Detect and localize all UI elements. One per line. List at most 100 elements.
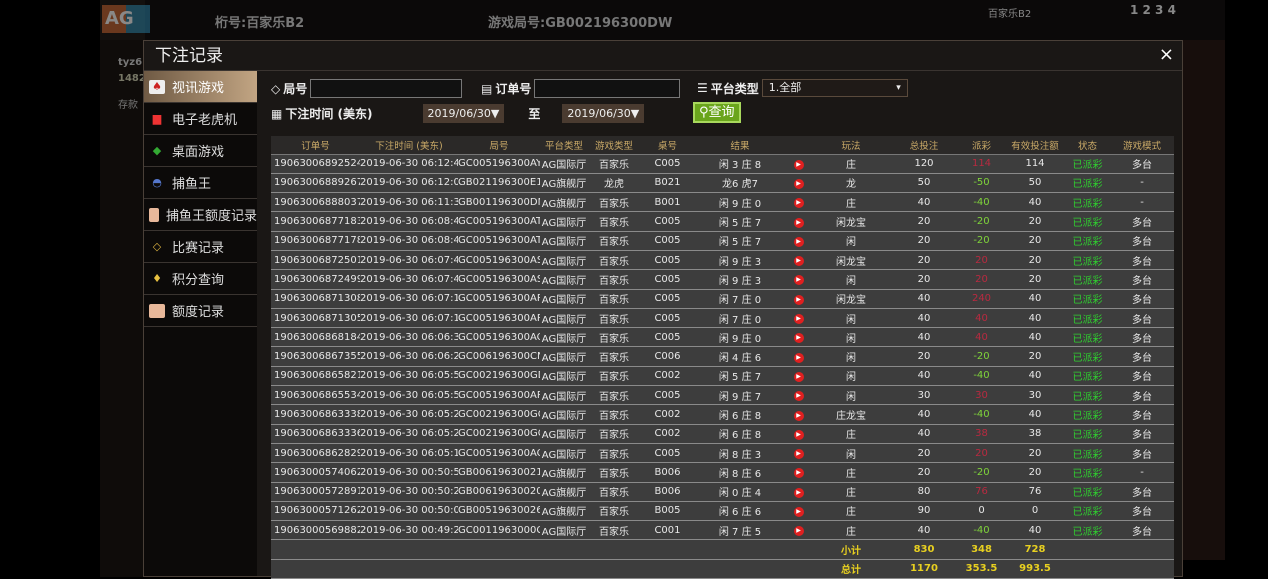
video-replay-button[interactable]: ▶ [785, 482, 812, 502]
table-no: C005 [640, 443, 695, 464]
platform: AG国际厅 [540, 404, 588, 425]
status: 已派彩 [1065, 173, 1110, 194]
video-replay-button[interactable]: ▶ [785, 192, 812, 213]
total-bet: 40 [890, 289, 958, 309]
order-no: 190630068771834 [271, 211, 360, 232]
platform: AG国际厅 [540, 308, 588, 329]
video-replay-button[interactable]: ▶ [785, 501, 812, 522]
game-mode: 多台 [1110, 404, 1174, 425]
video-replay-button[interactable]: ▶ [785, 173, 812, 194]
order-no: 190630068658217 [271, 366, 360, 387]
video-replay-button[interactable]: ▶ [785, 231, 812, 251]
table-no: B005 [640, 501, 695, 522]
video-replay-button[interactable]: ▶ [785, 346, 812, 367]
play-icon: ▶ [793, 449, 804, 460]
payout: 0 [958, 501, 1005, 522]
deposit-link[interactable]: 存款 [118, 96, 138, 111]
video-replay-button[interactable]: ▶ [785, 404, 812, 425]
status: 已派彩 [1065, 211, 1110, 232]
table-row: 190630068713081 2019-06-30 06:07:16 GC0051… [271, 289, 1174, 309]
sidebar-item[interactable]: 额度记录 [144, 295, 257, 327]
platform: AG国际厅 [540, 346, 588, 367]
platform-select[interactable]: 1.全部 [761, 79, 908, 97]
video-replay-button[interactable]: ▶ [785, 462, 812, 483]
play-type: 庄龙宝 [812, 404, 890, 425]
payout: 20 [958, 250, 1005, 271]
order-no: 190630068655341 [271, 385, 360, 406]
bet-time: 2019-06-30 06:07:41 [360, 250, 458, 271]
game-mode: - [1110, 462, 1174, 483]
game-mode: 多台 [1110, 424, 1174, 444]
date-from-select[interactable]: 2019/06/30▼ [422, 104, 505, 123]
payout: -20 [958, 211, 1005, 232]
play-icon: ▶ [793, 178, 804, 189]
platform: AG国际厅 [540, 269, 588, 290]
subtotal-bet: 830 [890, 539, 958, 560]
sidebar-item[interactable]: ♦ 积分查询 [144, 263, 257, 295]
status: 已派彩 [1065, 231, 1110, 251]
column-header: 结果 [695, 136, 785, 155]
sidebar-item[interactable]: ◓ 捕鱼王 [144, 167, 257, 199]
result: 闲 3 庄 8 [695, 154, 785, 174]
platform-label: 平台类型 [710, 81, 759, 96]
game-left-panel [100, 0, 145, 577]
order-input[interactable] [534, 79, 681, 98]
result: 闲 7 庄 0 [695, 289, 785, 309]
status: 已派彩 [1065, 501, 1110, 522]
video-replay-button[interactable]: ▶ [785, 269, 812, 290]
play-type: 闲 [812, 327, 890, 348]
game-mode: 多台 [1110, 250, 1174, 271]
valid-bet: 20 [1005, 231, 1065, 251]
play-icon: ▶ [793, 468, 804, 479]
valid-bet: 114 [1005, 154, 1065, 174]
video-replay-button[interactable]: ▶ [785, 154, 812, 174]
total-bet: 120 [890, 154, 958, 174]
sidebar-item[interactable]: ♠ 视讯游戏 [144, 71, 257, 103]
round-no: GC002196300GC [458, 424, 540, 444]
total-bet: 20 [890, 346, 958, 367]
status: 已派彩 [1065, 192, 1110, 213]
table-row: 190630068892678 2019-06-30 06:12:00 GB0211… [271, 173, 1174, 194]
game-mode: 多台 [1110, 308, 1174, 329]
result: 闲 9 庄 0 [695, 192, 785, 213]
play-type: 闲 [812, 385, 890, 406]
platform: AG旗舰厅 [540, 482, 588, 502]
status: 已派彩 [1065, 250, 1110, 271]
round-no: GC002196300GD [458, 366, 540, 387]
sidebar-item[interactable]: ◇ 比赛记录 [144, 231, 257, 263]
round-no: GC005196300AY [458, 154, 540, 174]
close-icon[interactable]: × [1159, 44, 1174, 65]
video-replay-button[interactable]: ▶ [785, 443, 812, 464]
video-replay-button[interactable]: ▶ [785, 366, 812, 387]
valid-bet: 40 [1005, 520, 1065, 541]
play-type: 庄 [812, 192, 890, 213]
video-replay-button[interactable]: ▶ [785, 308, 812, 329]
sidebar-item[interactable]: 捕鱼王额度记录 [144, 199, 257, 231]
video-replay-button[interactable]: ▶ [785, 424, 812, 444]
sidebar-item[interactable]: ◆ 桌面游戏 [144, 135, 257, 167]
sidebar-item[interactable]: ▆ 电子老虎机 [144, 103, 257, 135]
play-icon: ▶ [793, 333, 804, 344]
payout: 114 [958, 154, 1005, 174]
video-replay-button[interactable]: ▶ [785, 211, 812, 232]
status: 已派彩 [1065, 482, 1110, 502]
table-no: C002 [640, 424, 695, 444]
video-replay-button[interactable]: ▶ [785, 520, 812, 541]
result: 闲 7 庄 5 [695, 520, 785, 541]
sidebar-item-label: 视讯游戏 [172, 81, 225, 96]
round-no: GC005196300AT [458, 231, 540, 251]
dice-icon: ◆ [152, 143, 162, 157]
date-to-select[interactable]: 2019/06/30▼ [562, 104, 645, 123]
video-replay-button[interactable]: ▶ [785, 289, 812, 309]
valid-bet: 40 [1005, 308, 1065, 329]
column-header: 派彩 [958, 136, 1005, 155]
video-replay-button[interactable]: ▶ [785, 327, 812, 348]
column-header: 局号 [458, 136, 540, 155]
payout: 40 [958, 308, 1005, 329]
query-button[interactable]: ⚲查询 [693, 102, 741, 123]
round-input[interactable] [310, 79, 463, 98]
video-replay-button[interactable]: ▶ [785, 385, 812, 406]
round-no: GB021196300E1 [458, 173, 540, 194]
total-bet: 40 [890, 366, 958, 387]
video-replay-button[interactable]: ▶ [785, 250, 812, 271]
